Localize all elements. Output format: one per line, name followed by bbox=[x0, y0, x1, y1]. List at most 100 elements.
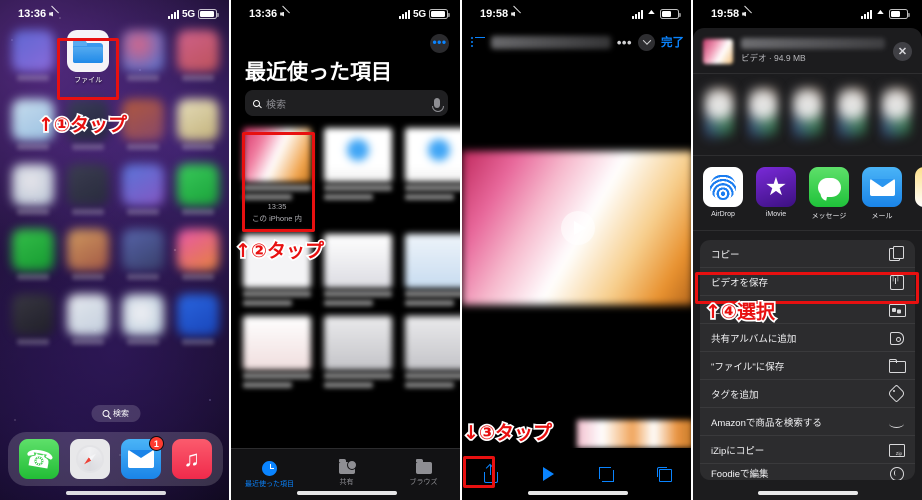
panel-divider bbox=[229, 0, 231, 500]
dock-item-safari[interactable] bbox=[70, 439, 111, 479]
contact-suggestion[interactable] bbox=[703, 85, 736, 143]
notes-icon bbox=[915, 167, 922, 207]
more-options-button[interactable]: ••• bbox=[430, 34, 449, 53]
home-search-label: 検索 bbox=[113, 409, 129, 418]
crop-icon bbox=[598, 466, 614, 482]
foodie-icon bbox=[889, 466, 904, 480]
annotation-step2: ↑②タップ bbox=[233, 238, 325, 263]
list-view-icon[interactable] bbox=[471, 36, 485, 48]
contact-suggestion[interactable] bbox=[835, 85, 868, 143]
done-button[interactable]: 完了 bbox=[661, 34, 684, 50]
app-cell[interactable] bbox=[65, 229, 112, 280]
action-label: Amazonで商品を検索する bbox=[711, 417, 822, 429]
app-cell[interactable] bbox=[65, 164, 112, 215]
share-app-mail[interactable]: メール bbox=[862, 167, 902, 221]
app-cell[interactable] bbox=[10, 294, 57, 345]
action-label: コピー bbox=[711, 249, 740, 261]
home-indicator[interactable] bbox=[65, 491, 166, 495]
file-thumbnail bbox=[703, 38, 733, 64]
app-cell[interactable] bbox=[10, 164, 57, 215]
tab-label: 最近使った項目 bbox=[245, 480, 294, 488]
battery-icon bbox=[889, 9, 910, 19]
contact-suggestion[interactable] bbox=[879, 85, 913, 143]
rotate-button[interactable] bbox=[635, 466, 693, 482]
app-cell[interactable] bbox=[10, 229, 57, 280]
play-button-overlay[interactable] bbox=[560, 211, 595, 245]
crop-button[interactable] bbox=[578, 466, 636, 482]
share-app-imovie[interactable]: ★ iMovie bbox=[756, 167, 796, 221]
dock-item-music[interactable]: ♫ bbox=[171, 439, 212, 479]
app-cell[interactable] bbox=[120, 229, 167, 280]
action-label: "ファイル"に保存 bbox=[711, 361, 785, 373]
file-item[interactable] bbox=[405, 234, 462, 306]
izip-icon bbox=[889, 442, 905, 457]
search-input[interactable]: 検索 bbox=[245, 90, 448, 116]
contact-suggestion[interactable] bbox=[791, 85, 824, 143]
app-cell[interactable] bbox=[120, 164, 167, 215]
file-item[interactable] bbox=[324, 234, 392, 306]
app-cell[interactable] bbox=[120, 30, 167, 85]
status-bar-p1: 13:36 5G bbox=[0, 0, 231, 28]
share-app-messages[interactable]: メッセージ bbox=[809, 167, 849, 221]
files-icon-highlight bbox=[57, 38, 119, 100]
home-search-pill[interactable]: 検索 bbox=[91, 405, 140, 422]
safari-icon bbox=[76, 445, 105, 473]
play-button[interactable] bbox=[520, 467, 578, 481]
file-item[interactable] bbox=[324, 128, 392, 224]
dock: ☎ 1 ♫ bbox=[8, 432, 223, 486]
cellular-signal-icon bbox=[399, 9, 411, 19]
dock-item-phone[interactable]: ☎ bbox=[19, 439, 60, 479]
search-icon bbox=[102, 410, 109, 417]
app-cell[interactable] bbox=[174, 99, 221, 150]
tab-browse[interactable]: ブラウズ bbox=[385, 449, 462, 500]
app-cell[interactable] bbox=[120, 294, 167, 345]
file-item[interactable] bbox=[324, 316, 392, 388]
share-app-notes[interactable] bbox=[915, 167, 922, 221]
microphone-icon[interactable] bbox=[432, 98, 444, 112]
video-scrubber-filmstrip[interactable] bbox=[577, 420, 693, 448]
status-right: 5G bbox=[168, 8, 219, 20]
close-icon[interactable]: ✕ bbox=[893, 41, 912, 61]
search-icon bbox=[253, 99, 260, 107]
folder-icon bbox=[889, 358, 906, 373]
more-options-button[interactable]: ••• bbox=[617, 35, 632, 50]
app-cell[interactable] bbox=[174, 30, 221, 85]
home-indicator[interactable] bbox=[296, 491, 397, 495]
panel-files-app: 13:36 5G ••• 最近使った項目 検索 13:35 この iPhone … bbox=[231, 0, 462, 500]
app-cell[interactable] bbox=[174, 164, 221, 215]
copy-icon bbox=[889, 246, 904, 261]
page-title: 最近使った項目 bbox=[245, 61, 392, 84]
app-label: メッセージ bbox=[811, 213, 847, 220]
share-app-airdrop[interactable]: AirDrop bbox=[703, 167, 743, 221]
share-action-foodie-edit[interactable]: Foodieで編集 bbox=[700, 464, 915, 480]
share-action-add-tag[interactable]: タグを追加 bbox=[700, 380, 915, 408]
dock-item-mail[interactable]: 1 bbox=[120, 436, 164, 479]
share-action-izip-copy[interactable]: iZipにコピー bbox=[700, 436, 915, 464]
video-file-highlight bbox=[242, 132, 315, 232]
tab-label: ブラウズ bbox=[409, 479, 438, 486]
file-item[interactable] bbox=[243, 316, 311, 388]
panel-video-preview: 19:58 ••• 完了 bbox=[462, 0, 693, 500]
status-left: 13:36 bbox=[249, 8, 289, 20]
home-indicator[interactable] bbox=[757, 491, 858, 495]
file-item[interactable] bbox=[405, 316, 462, 388]
file-item[interactable] bbox=[405, 128, 462, 224]
app-label: メール bbox=[871, 213, 893, 220]
amazon-icon bbox=[889, 414, 904, 429]
home-indicator[interactable] bbox=[527, 491, 628, 495]
battery-icon bbox=[429, 9, 450, 19]
share-action-copy[interactable]: コピー bbox=[700, 240, 915, 268]
app-cell[interactable] bbox=[174, 294, 221, 345]
share-action-save-to-files[interactable]: "ファイル"に保存 bbox=[700, 352, 915, 380]
contact-suggestion[interactable] bbox=[747, 85, 780, 143]
app-cell[interactable] bbox=[10, 30, 57, 85]
network-label: 5G bbox=[182, 8, 195, 20]
status-left: 13:36 bbox=[18, 8, 58, 20]
chevron-down-icon[interactable] bbox=[638, 33, 655, 51]
app-cell[interactable] bbox=[174, 229, 221, 280]
status-bar-p3: 19:58 bbox=[462, 0, 693, 28]
app-cell[interactable] bbox=[65, 294, 112, 345]
share-action-amazon-search[interactable]: Amazonで商品を検索する bbox=[700, 408, 915, 436]
share-action-shared-album[interactable]: 共有アルバムに追加 bbox=[700, 324, 915, 352]
play-icon bbox=[543, 467, 555, 481]
